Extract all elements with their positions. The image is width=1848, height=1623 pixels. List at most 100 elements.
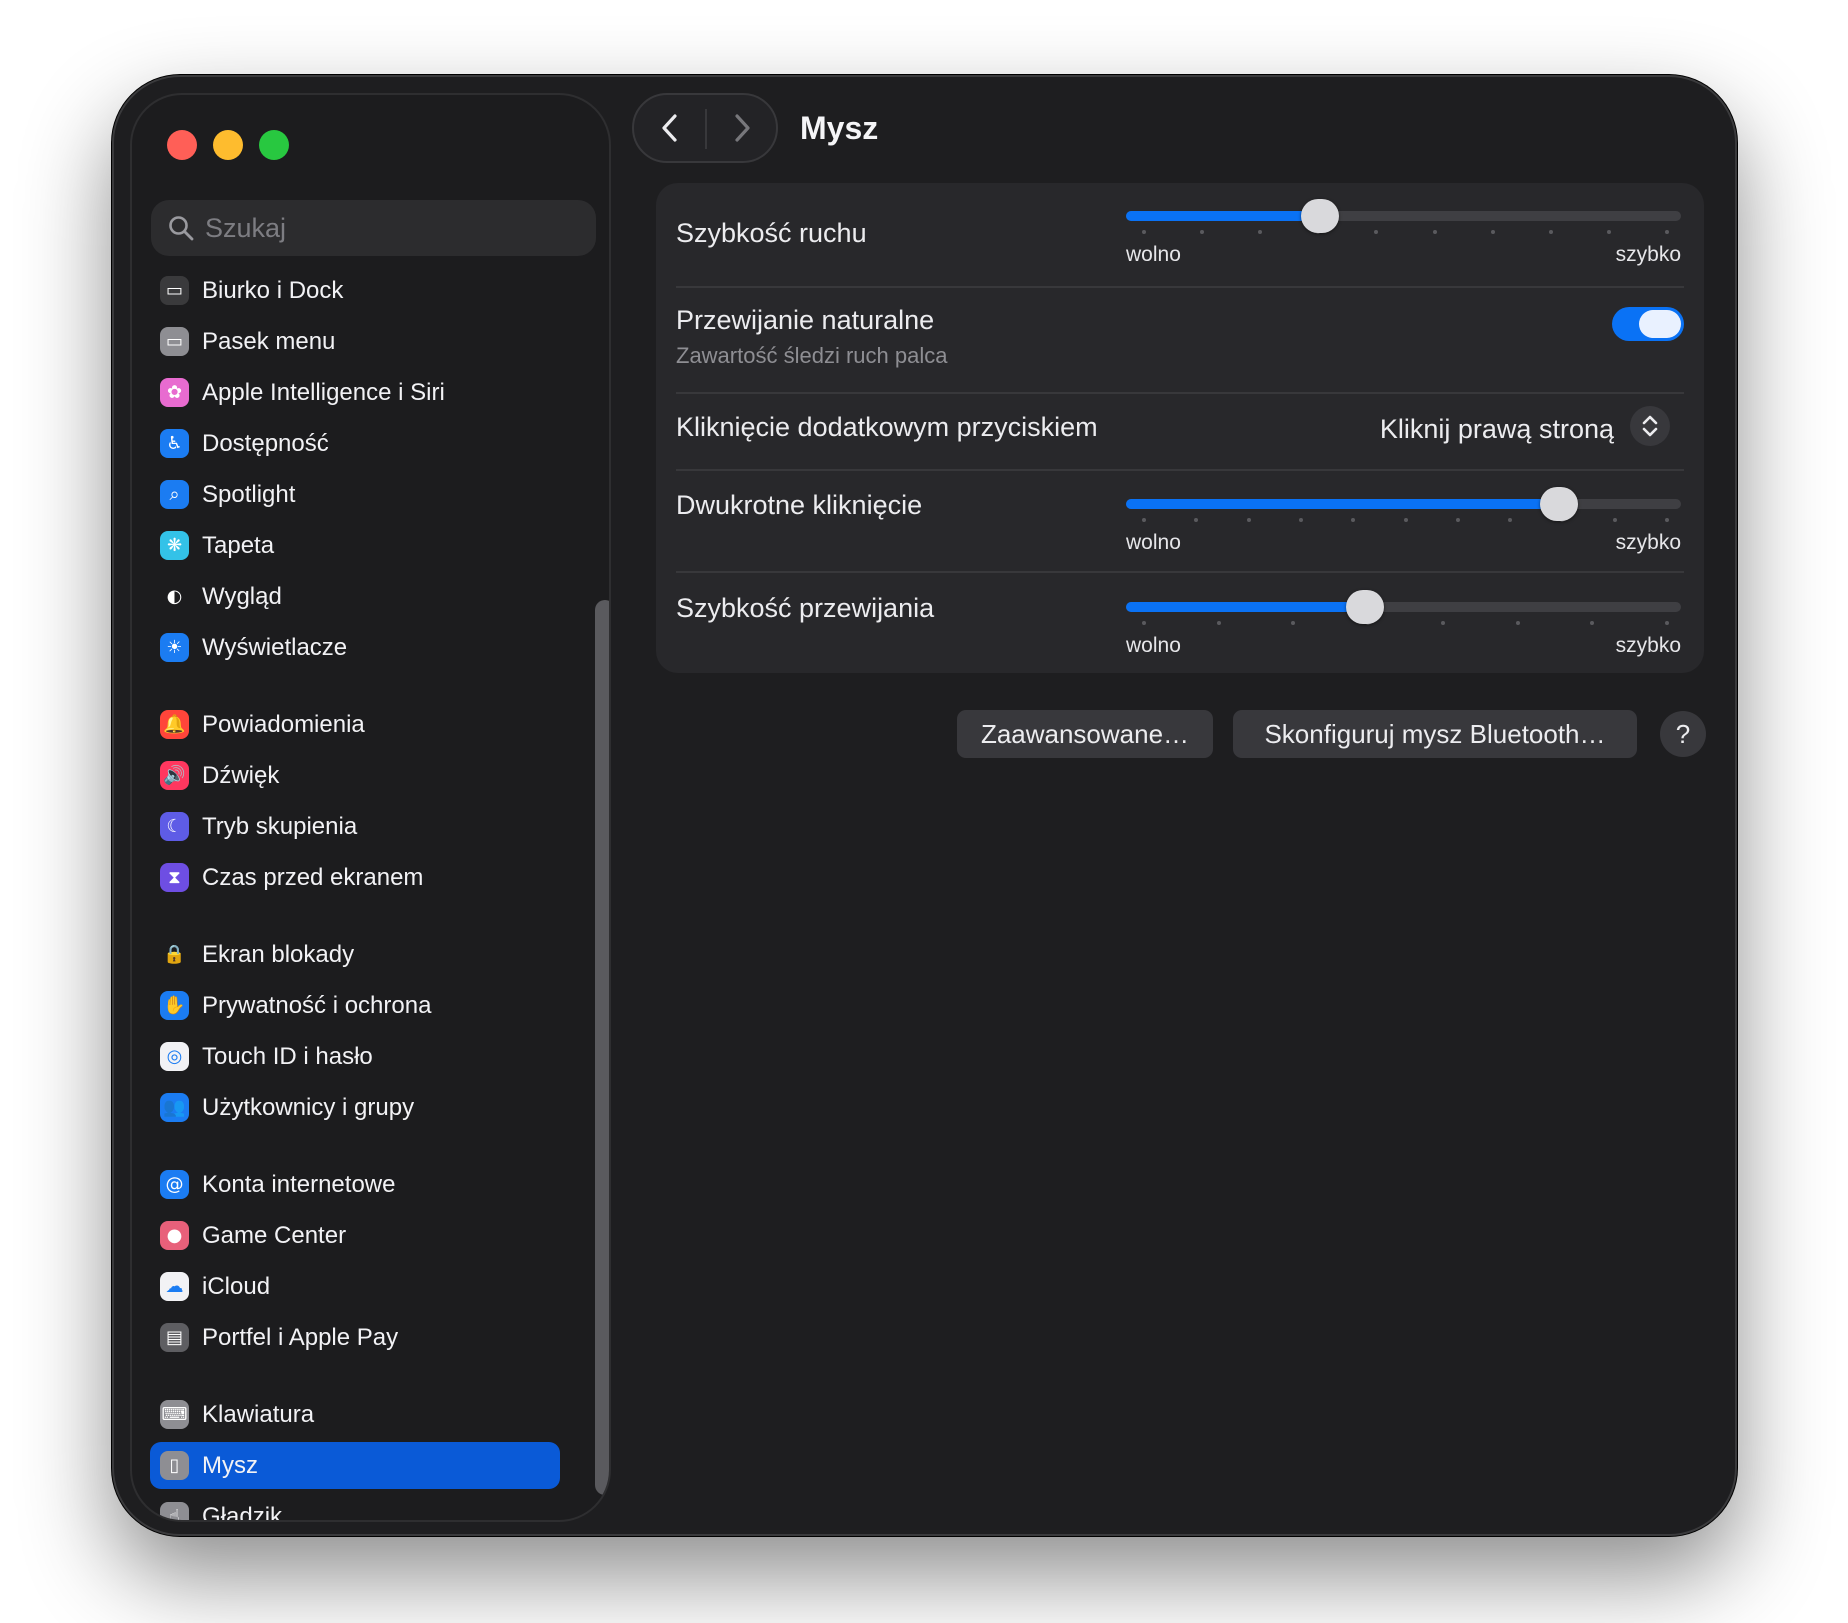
back-button[interactable] xyxy=(634,95,706,161)
sidebar-item-wallet[interactable]: ▤ Portfel i Apple Pay xyxy=(150,1314,560,1361)
slider-tick xyxy=(1216,621,1221,625)
slider-tick xyxy=(1455,518,1460,522)
screen-time-icon: ⧗ xyxy=(160,863,189,892)
slider-tick xyxy=(1515,621,1520,625)
siri-icon: ✿ xyxy=(160,378,189,407)
sidebar-item-siri[interactable]: ✿ Apple Intelligence i Siri xyxy=(150,369,560,416)
sidebar-item-label: Apple Intelligence i Siri xyxy=(202,379,445,406)
accessibility-icon: ♿ xyxy=(160,429,189,458)
slider-tick xyxy=(1432,230,1437,234)
sidebar-item-mouse[interactable]: ▯ Mysz xyxy=(150,1442,560,1489)
slider-tick xyxy=(1142,621,1146,625)
divider xyxy=(676,571,1684,573)
slider-min-label: wolno xyxy=(1126,634,1181,657)
sidebar-item-label: Czas przed ekranem xyxy=(202,864,424,891)
sidebar-item-privacy-hand[interactable]: ✋ Prywatność i ochrona xyxy=(150,982,560,1029)
dock-icon: ▭ xyxy=(160,276,189,305)
tracking-speed-slider[interactable]: wolno szybko xyxy=(1126,190,1681,266)
wallpaper-icon: ❋ xyxy=(160,531,189,560)
sound-icon: 🔊 xyxy=(160,761,189,790)
sidebar-item-label: Gładzik xyxy=(202,1503,283,1522)
forward-button[interactable] xyxy=(706,95,778,161)
secondary-click-label: Kliknięcie dodatkowym przyciskiem xyxy=(676,412,1098,442)
sidebar-item-displays[interactable]: ☀ Wyświetlacze xyxy=(150,624,560,671)
slider-min-label: wolno xyxy=(1126,243,1181,266)
sidebar-item-keyboard[interactable]: ⌨ Klawiatura xyxy=(150,1391,560,1438)
slider-thumb[interactable] xyxy=(1539,487,1578,521)
sidebar-item-appearance[interactable]: ◐ Wygląd xyxy=(150,573,560,620)
sidebar-scrollbar[interactable] xyxy=(595,600,609,1495)
settings-window: ▭ Biurko i Dock ▭ Pasek menu ✿ Apple Intellig… xyxy=(112,75,1737,1536)
zoom-button[interactable] xyxy=(259,130,289,160)
secondary-click-popup-button[interactable] xyxy=(1630,406,1670,446)
sidebar-item-users[interactable]: 👥 Użytkownicy i grupy xyxy=(150,1084,560,1131)
history-buttons xyxy=(632,93,778,163)
sidebar-item-sound[interactable]: 🔊 Dźwięk xyxy=(150,752,560,799)
slider-max-label: szybko xyxy=(1615,634,1681,657)
slider-tick xyxy=(1142,518,1146,522)
sidebar-item-accessibility[interactable]: ♿ Dostępność xyxy=(150,420,560,467)
sidebar-item-spotlight[interactable]: ⌕ Spotlight xyxy=(150,471,560,518)
sidebar-item-notifications[interactable]: 🔔 Powiadomienia xyxy=(150,701,560,748)
sidebar-item-fingerprint[interactable]: ◎ Touch ID i hasło xyxy=(150,1033,560,1080)
configure-bluetooth-mouse-button[interactable]: Skonfiguruj mysz Bluetooth… xyxy=(1233,710,1637,758)
slider-tick xyxy=(1612,518,1617,522)
secondary-click-value[interactable]: Kliknij prawą stroną xyxy=(1380,414,1614,445)
slider-tick xyxy=(1490,230,1495,234)
sidebar-item-trackpad[interactable]: ☝ Gładzik xyxy=(150,1493,560,1522)
page-title: Mysz xyxy=(800,110,879,146)
slider-tick xyxy=(1606,230,1611,234)
sidebar-item-dock[interactable]: ▭ Biurko i Dock xyxy=(150,267,560,314)
sidebar-item-label: Dźwięk xyxy=(202,762,280,789)
slider-tick xyxy=(1665,621,1669,625)
slider-fill xyxy=(1126,602,1365,612)
sidebar-item-label: Użytkownicy i grupy xyxy=(202,1094,415,1121)
search-field[interactable] xyxy=(151,200,596,256)
advanced-button[interactable]: Zaawansowane… xyxy=(957,710,1213,758)
sidebar-item-label: Tryb skupienia xyxy=(202,813,358,840)
slider-tick xyxy=(1142,230,1146,234)
scroll-speed-slider[interactable]: wolno szybko xyxy=(1126,581,1681,657)
sidebar-item-label: Spotlight xyxy=(202,481,296,508)
mouse-settings-card: Szybkość ruchu wolno szybko Przewijanie n… xyxy=(656,183,1704,673)
slider-thumb[interactable] xyxy=(1301,199,1340,233)
game-center-icon: ● xyxy=(160,1221,189,1250)
slider-tick xyxy=(1200,230,1205,234)
search-input[interactable] xyxy=(205,208,585,248)
sidebar-item-label: Pasek menu xyxy=(202,328,336,355)
help-button[interactable]: ? xyxy=(1660,711,1706,757)
scroll-speed-label: Szybkość przewijania xyxy=(676,593,935,623)
natural-scrolling-sublabel: Zawartość śledzi ruch palca xyxy=(676,343,948,368)
slider-tick xyxy=(1374,230,1379,234)
icloud-icon: ☁ xyxy=(160,1272,189,1301)
displays-icon: ☀ xyxy=(160,633,189,662)
double-click-slider[interactable]: wolno szybko xyxy=(1126,478,1681,554)
slider-tick xyxy=(1665,230,1669,234)
users-icon: 👥 xyxy=(160,1093,189,1122)
sidebar-item-menu-bar[interactable]: ▭ Pasek menu xyxy=(150,318,560,365)
sidebar-item-at[interactable]: @ Konta internetowe xyxy=(150,1161,560,1208)
slider-tick xyxy=(1508,518,1513,522)
slider-tick xyxy=(1291,621,1296,625)
close-button[interactable] xyxy=(167,130,197,160)
sidebar-item-screen-time[interactable]: ⧗ Czas przed ekranem xyxy=(150,854,560,901)
double-click-label: Dwukrotne kliknięcie xyxy=(676,490,923,520)
divider xyxy=(676,469,1684,471)
minimize-button[interactable] xyxy=(213,130,243,160)
slider-tick xyxy=(1590,621,1595,625)
sidebar-item-game-center[interactable]: ● Game Center xyxy=(150,1212,560,1259)
sidebar-item-focus[interactable]: ☾ Tryb skupienia xyxy=(150,803,560,850)
sidebar-item-lock-screen[interactable]: 🔒 Ekran blokady xyxy=(150,931,560,978)
divider xyxy=(676,392,1684,394)
slider-tick xyxy=(1298,518,1303,522)
sidebar-item-wallpaper[interactable]: ❋ Tapeta xyxy=(150,522,560,569)
natural-scrolling-toggle[interactable] xyxy=(1612,307,1684,341)
slider-thumb[interactable] xyxy=(1345,590,1384,624)
chevron-left-icon xyxy=(662,114,677,142)
toggle-knob xyxy=(1639,310,1681,338)
slider-tick xyxy=(1403,518,1408,522)
slider-fill xyxy=(1126,499,1559,509)
sidebar-item-label: Dostępność xyxy=(202,430,329,457)
lock-screen-icon: 🔒 xyxy=(160,940,189,969)
sidebar-item-icloud[interactable]: ☁ iCloud xyxy=(150,1263,560,1310)
